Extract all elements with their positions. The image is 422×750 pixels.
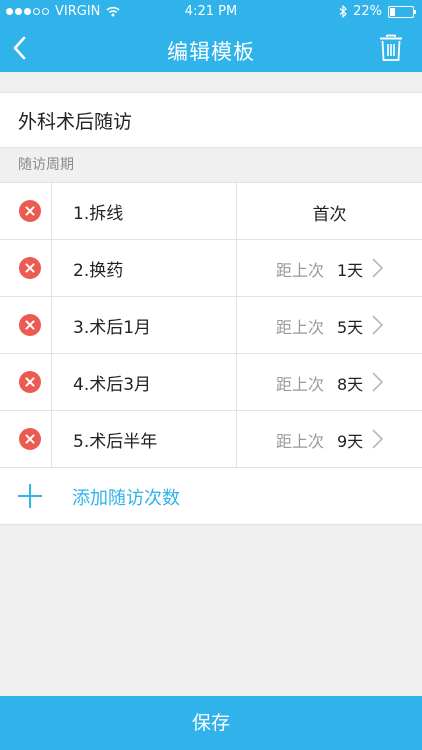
list-item: 1.拆线 首次 <box>0 183 422 240</box>
battery-percent: 22% <box>353 4 382 19</box>
chevron-right-icon[interactable] <box>370 428 384 450</box>
chevron-right-icon[interactable] <box>370 257 384 279</box>
save-button[interactable]: 保存 <box>0 696 422 750</box>
interval-label: 距上次 <box>276 432 325 451</box>
delete-template-button[interactable] <box>378 34 404 62</box>
interval-label: 距上次 <box>276 318 325 337</box>
chevron-right-icon[interactable] <box>370 371 384 393</box>
battery-icon <box>388 5 416 18</box>
list-item: 2.换药 距上次 1天 <box>0 240 422 297</box>
section-label: 随访周期 <box>18 157 74 173</box>
page-title: 编辑模板 <box>167 40 255 64</box>
status-bar: VIRGIN 4:21 PM 22% <box>0 0 422 24</box>
delete-icon[interactable] <box>19 314 41 336</box>
followup-name[interactable]: 5.术后半年 <box>73 427 157 452</box>
nav-bar: 编辑模板 <box>0 24 422 72</box>
delete-icon[interactable] <box>19 257 41 279</box>
interval-days[interactable]: 1天 <box>337 257 363 281</box>
followup-list: 1.拆线 首次 2.换药 距上次 1天 3.术后1月 距上次 5天 4.术后3月… <box>0 182 422 525</box>
first-label: 首次 <box>312 205 347 225</box>
trash-icon <box>380 34 402 61</box>
list-item: 5.术后半年 距上次 9天 <box>0 411 422 468</box>
followup-name[interactable]: 2.换药 <box>73 256 123 281</box>
followup-name[interactable]: 3.术后1月 <box>73 313 151 338</box>
bluetooth-icon <box>339 5 347 18</box>
template-name: 外科术后随访 <box>18 111 133 133</box>
interval-days[interactable]: 5天 <box>337 314 363 338</box>
interval-days[interactable]: 9天 <box>337 428 363 452</box>
delete-icon[interactable] <box>19 428 41 450</box>
header: VIRGIN 4:21 PM 22% 编辑模板 <box>0 0 422 72</box>
delete-icon[interactable] <box>19 200 41 222</box>
plus-icon <box>18 484 42 508</box>
followup-name[interactable]: 4.术后3月 <box>73 370 151 395</box>
list-item: 3.术后1月 距上次 5天 <box>0 297 422 354</box>
delete-icon[interactable] <box>19 371 41 393</box>
interval-label: 距上次 <box>276 375 325 394</box>
add-followup-label: 添加随访次数 <box>72 488 180 509</box>
interval-days[interactable]: 8天 <box>337 371 363 395</box>
followup-name[interactable]: 1.拆线 <box>73 199 123 224</box>
list-item: 4.术后3月 距上次 8天 <box>0 354 422 411</box>
interval-label: 距上次 <box>276 261 325 280</box>
template-name-field[interactable]: 外科术后随访 <box>0 92 422 148</box>
add-followup-button[interactable]: 添加随访次数 <box>0 468 422 524</box>
chevron-right-icon[interactable] <box>370 314 384 336</box>
